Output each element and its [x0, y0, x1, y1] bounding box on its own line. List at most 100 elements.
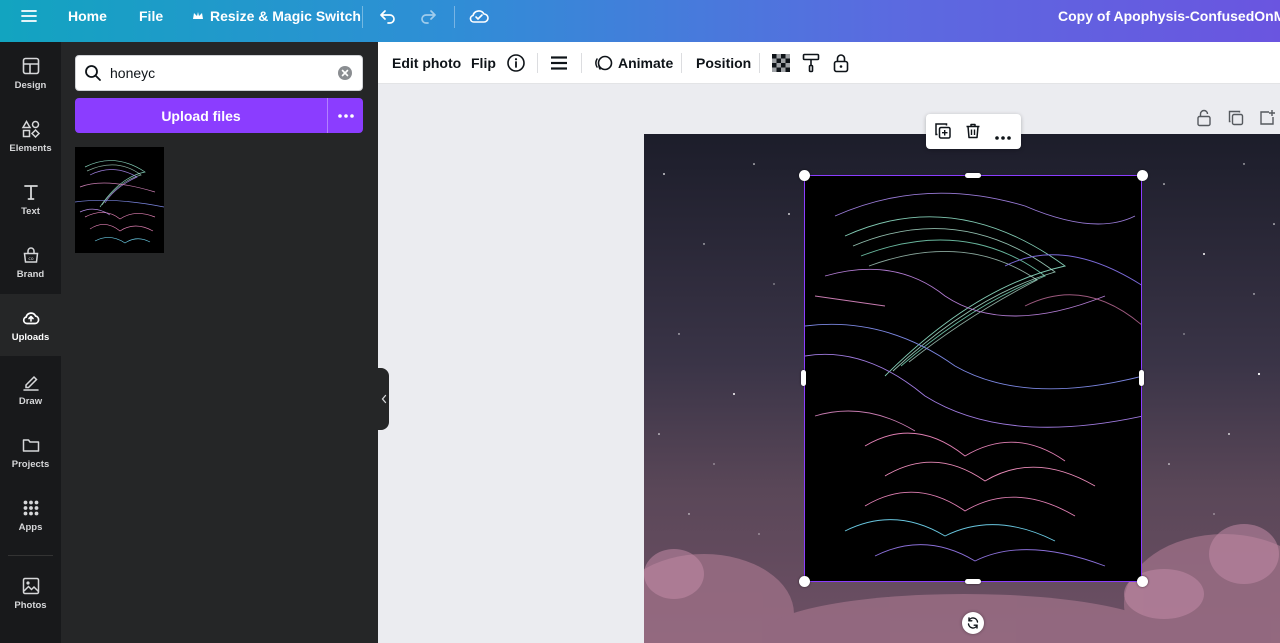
redo-button[interactable] [418, 0, 438, 32]
rotate-icon [967, 617, 979, 629]
redo-icon [421, 10, 436, 24]
edit-photo-button[interactable]: Edit photo [392, 42, 461, 84]
divider [681, 53, 682, 73]
cloud-saved-icon[interactable] [468, 0, 490, 32]
divider [454, 6, 455, 28]
line-weight-icon [551, 56, 567, 70]
collapse-panel-handle[interactable] [378, 368, 389, 430]
rail-label: Design [14, 79, 47, 91]
file-menu-button[interactable]: File [139, 0, 163, 32]
fractal-artwork-image [805, 176, 1141, 581]
resize-label: Resize & Magic Switch [210, 8, 361, 24]
duplicate-page-button[interactable] [1227, 108, 1245, 128]
resize-handle-top-left[interactable] [799, 170, 810, 181]
more-dots-icon [995, 136, 1011, 140]
rail-label: Elements [9, 142, 52, 154]
border-style-button[interactable] [550, 42, 568, 84]
grid-icon [23, 500, 38, 515]
divider [759, 53, 760, 73]
rail-item-elements[interactable]: Elements [0, 105, 61, 167]
duplicate-element-button[interactable] [934, 122, 952, 145]
rail-label: Draw [18, 395, 43, 407]
rail-item-draw[interactable]: Draw [0, 358, 61, 420]
search-icon [84, 64, 102, 82]
brand-icon: co [23, 246, 38, 263]
more-dots-icon [337, 113, 354, 118]
clear-search-icon[interactable] [337, 65, 353, 81]
lock-button[interactable] [832, 42, 850, 84]
duplicate-page-icon [1228, 110, 1244, 126]
upload-more-button[interactable] [327, 98, 363, 133]
copy-style-button[interactable] [802, 42, 820, 84]
divider [537, 53, 538, 73]
add-page-button[interactable] [1258, 108, 1276, 128]
layout-icon [22, 57, 39, 74]
position-button[interactable]: Position [696, 42, 751, 84]
rail-item-apps[interactable]: Apps [0, 484, 61, 546]
pen-icon [22, 375, 39, 391]
search-input[interactable]: honeyc [110, 65, 155, 81]
resize-handle-left[interactable] [801, 370, 806, 386]
rail-label: Brand [16, 268, 45, 280]
unlock-icon [833, 54, 849, 73]
info-icon [507, 54, 525, 72]
resize-handle-bottom-right[interactable] [1137, 576, 1148, 587]
transparency-checker-icon [772, 54, 790, 72]
resize-handle-bottom-left[interactable] [799, 576, 810, 587]
flip-button[interactable]: Flip [471, 42, 496, 84]
transparency-button[interactable] [772, 42, 790, 84]
crown-icon [192, 10, 204, 22]
page-lock-button[interactable] [1196, 108, 1212, 128]
undo-button[interactable] [378, 0, 398, 32]
animate-button[interactable]: Animate [594, 42, 673, 84]
upload-files-button[interactable]: Upload files [75, 98, 327, 133]
selected-image[interactable] [804, 175, 1142, 582]
rail-item-projects[interactable]: Projects [0, 421, 61, 483]
rail-label: Apps [18, 521, 43, 533]
svg-text:co: co [28, 257, 33, 262]
rail-item-uploads[interactable]: Uploads [0, 294, 61, 356]
animate-label: Animate [618, 55, 674, 71]
delete-element-button[interactable] [964, 122, 982, 145]
rail-item-photos[interactable]: Photos [0, 562, 61, 624]
rail-item-design[interactable]: Design [0, 42, 61, 104]
rail-item-brand[interactable]: co Brand [0, 231, 61, 293]
duplicate-icon [935, 123, 951, 139]
resize-handle-bottom[interactable] [965, 579, 981, 584]
document-title[interactable]: Copy of Apophysis-ConfusedOnMany [1058, 0, 1280, 32]
rail-label: Photos [14, 599, 47, 611]
undo-icon [380, 10, 395, 24]
resize-button[interactable]: Resize & Magic Switch [192, 0, 361, 32]
rail-label: Text [21, 205, 40, 217]
trash-icon [966, 123, 980, 139]
rail-item-text[interactable]: Text [0, 168, 61, 230]
top-bar: Home File Resize & Magic Switch Copy of … [0, 0, 1280, 42]
shapes-icon [21, 119, 40, 138]
divider [362, 6, 363, 28]
search-field[interactable]: honeyc [75, 55, 363, 91]
rotate-handle[interactable] [962, 612, 984, 634]
upload-files-button-group: Upload files [75, 98, 363, 133]
uploaded-image-thumbnail[interactable] [75, 147, 164, 253]
left-rail: Design Elements Text co Brand Uploads Dr… [0, 42, 61, 643]
lock-icon [1197, 109, 1211, 127]
home-button[interactable]: Home [68, 0, 107, 32]
divider [581, 53, 582, 73]
animate-icon [595, 55, 613, 71]
add-page-icon [1260, 110, 1275, 125]
context-toolbar: Edit photo Flip Animate Position [378, 42, 1280, 84]
fractal-thumbnail-image [75, 147, 164, 253]
rail-divider [8, 555, 53, 556]
resize-handle-top[interactable] [965, 173, 981, 178]
cloud-upload-icon [22, 311, 39, 324]
rail-label: Projects [11, 458, 50, 470]
rail-label: Uploads [11, 331, 50, 343]
info-button[interactable] [506, 42, 526, 84]
image-icon [22, 577, 39, 594]
paint-roller-icon [802, 53, 820, 73]
more-options-button[interactable] [994, 128, 1012, 146]
resize-handle-top-right[interactable] [1137, 170, 1148, 181]
menu-icon[interactable] [18, 0, 40, 32]
text-icon [23, 184, 38, 200]
resize-handle-right[interactable] [1139, 370, 1144, 386]
